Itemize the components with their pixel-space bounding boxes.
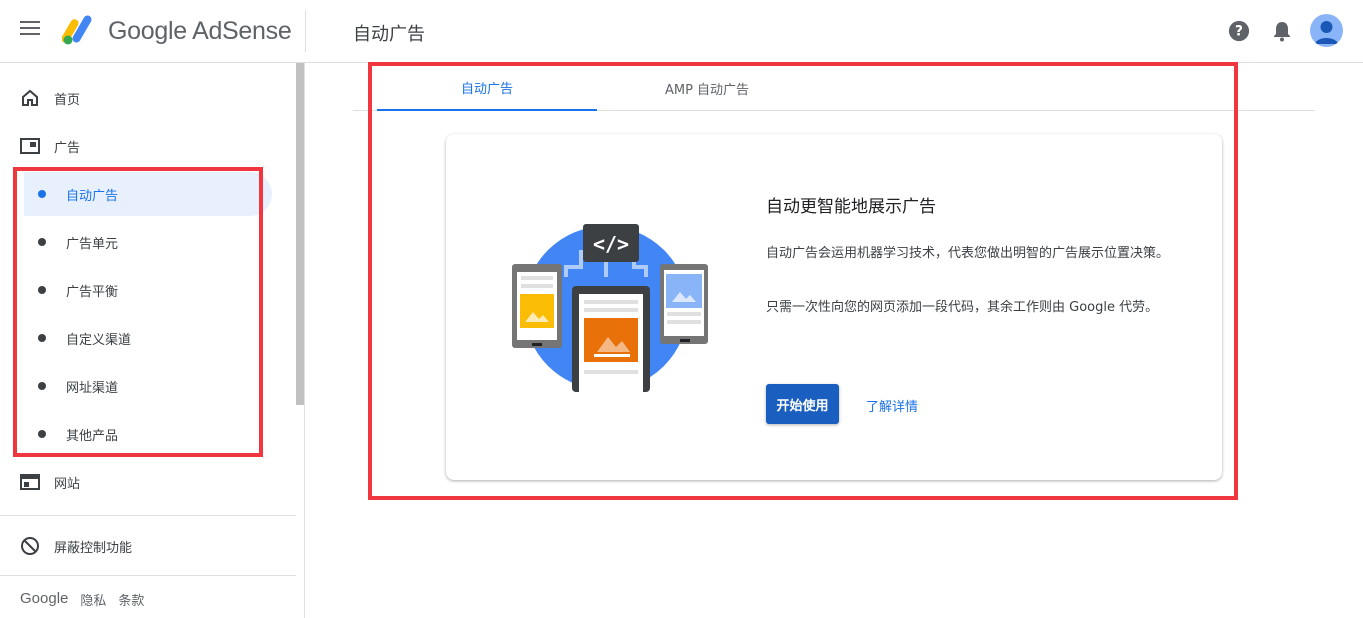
footer-google: Google bbox=[20, 590, 69, 607]
brand-name[interactable]: Google AdSense bbox=[108, 17, 292, 46]
sidebar-divider bbox=[0, 515, 296, 516]
svg-text:?: ? bbox=[1235, 24, 1243, 40]
tab-auto-ads[interactable]: 自动广告 bbox=[377, 65, 597, 111]
top-app-bar: Google AdSense 自动广告 ? bbox=[0, 0, 1363, 63]
sidebar-item-url-channels[interactable]: 网址渠道 bbox=[24, 364, 272, 408]
sidebar-item-other-products[interactable]: 其他产品 bbox=[24, 412, 272, 456]
home-icon bbox=[22, 89, 38, 106]
sidebar-item-home[interactable]: 首页 bbox=[0, 74, 290, 122]
sidebar-item-label: 其他产品 bbox=[66, 428, 119, 444]
get-started-button[interactable]: 开始使用 bbox=[766, 384, 839, 424]
bullet-icon bbox=[38, 334, 46, 342]
auto-ads-intro-card: </> 自动更智能地展示广告 自动广告会运用机器学习技术，代表您做出明智的广告展… bbox=[446, 134, 1222, 480]
terms-link[interactable]: 条款 bbox=[118, 590, 144, 609]
sidebar-item-label: 首页 bbox=[54, 92, 81, 108]
card-title: 自动更智能地展示广告 bbox=[766, 197, 936, 217]
sidebar-item-ad-balance[interactable]: 广告平衡 bbox=[24, 268, 272, 312]
sidebar-item-auto-ads[interactable]: 自动广告 bbox=[24, 172, 272, 216]
sidebar-item-label: 网址渠道 bbox=[66, 380, 119, 396]
help-icon[interactable]: ? bbox=[1228, 20, 1250, 42]
sidebar-item-sites[interactable]: 网站 bbox=[0, 458, 290, 506]
bullet-icon bbox=[38, 430, 46, 438]
sidebar-item-label: 广告平衡 bbox=[66, 284, 119, 300]
bullet-icon bbox=[38, 238, 46, 246]
block-icon bbox=[21, 537, 39, 555]
sidebar-item-ad-units[interactable]: 广告单元 bbox=[24, 220, 272, 264]
tab-bar: 自动广告 AMP 自动广告 bbox=[353, 65, 1315, 111]
sidebar-item-label: 屏蔽控制功能 bbox=[54, 540, 133, 556]
bullet-icon bbox=[38, 382, 46, 390]
card-description: 自动广告会运用机器学习技术，代表您做出明智的广告展示位置决策。 bbox=[766, 246, 1170, 261]
sidebar-item-label: 自定义渠道 bbox=[66, 332, 132, 348]
menu-icon[interactable] bbox=[20, 21, 42, 41]
header-divider bbox=[305, 10, 306, 52]
sidebar-item-ads[interactable]: 广告 bbox=[0, 122, 290, 170]
sidebar-nav: 首页 广告 自动广告 广告单元 广告平衡 自定义渠道 网址渠道 其他产品 网站 … bbox=[0, 63, 305, 618]
privacy-link[interactable]: 隐私 bbox=[80, 590, 106, 609]
bell-icon[interactable] bbox=[1272, 20, 1292, 42]
sidebar-footer: Google 隐私 条款 bbox=[20, 590, 144, 609]
card-description-2: 只需一次性向您的网页添加一段代码，其余工作则由 Google 代劳。 bbox=[766, 300, 1159, 315]
code-badge-text: </> bbox=[593, 232, 629, 256]
sidebar-item-blocking-controls[interactable]: 屏蔽控制功能 bbox=[0, 522, 290, 570]
sidebar-item-label: 网站 bbox=[54, 476, 81, 492]
bullet-icon bbox=[38, 190, 46, 198]
ad-unit-icon bbox=[20, 138, 40, 154]
learn-more-link[interactable]: 了解详情 bbox=[866, 396, 918, 415]
page-title: 自动广告 bbox=[353, 24, 425, 45]
adsense-logo-icon bbox=[62, 15, 92, 45]
sidebar-item-label: 广告单元 bbox=[66, 236, 119, 252]
sidebar-item-label: 广告 bbox=[54, 140, 81, 156]
bullet-icon bbox=[38, 286, 46, 294]
sidebar-item-custom-channels[interactable]: 自定义渠道 bbox=[24, 316, 272, 360]
sidebar-scrollbar[interactable] bbox=[296, 63, 304, 405]
auto-ads-illustration: </> bbox=[512, 224, 708, 392]
website-icon bbox=[20, 474, 40, 490]
sidebar-item-label: 自动广告 bbox=[66, 188, 119, 204]
tab-amp-auto-ads[interactable]: AMP 自动广告 bbox=[597, 65, 817, 111]
avatar[interactable] bbox=[1310, 14, 1343, 47]
sidebar-divider bbox=[0, 575, 296, 576]
